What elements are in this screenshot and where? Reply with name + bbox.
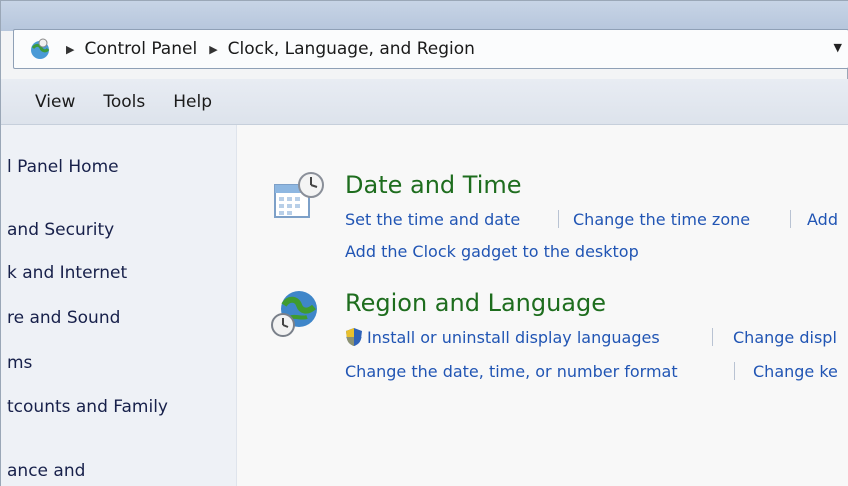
breadcrumb-control-panel[interactable]: Control Panel	[84, 39, 197, 59]
link-change-display-language[interactable]: Change displ	[733, 328, 837, 347]
main-content: Date and Time Set the time and date Chan…	[237, 125, 848, 486]
link-change-keyboards[interactable]: Change ke	[753, 362, 838, 381]
address-bar[interactable]: ▶ Control Panel ▶ Clock, Language, and R…	[13, 29, 848, 69]
link-add-clocks[interactable]: Add	[807, 210, 838, 229]
calendar-clock-icon[interactable]	[271, 169, 327, 225]
link-separator	[790, 210, 791, 228]
breadcrumb-clock-language-region[interactable]: Clock, Language, and Region	[228, 39, 475, 59]
link-install-display-languages[interactable]: Install or uninstall display languages	[367, 328, 660, 347]
link-set-time-date[interactable]: Set the time and date	[345, 210, 520, 229]
nav-hardware-and-sound[interactable]: re and Sound	[7, 308, 120, 328]
globe-clock-icon[interactable]	[267, 285, 323, 341]
menu-view[interactable]: View	[35, 92, 75, 112]
link-separator	[558, 210, 559, 228]
link-change-time-zone[interactable]: Change the time zone	[573, 210, 750, 229]
link-add-clock-gadget[interactable]: Add the Clock gadget to the desktop	[345, 242, 639, 261]
nav-user-accounts[interactable]: tcounts and Family	[7, 397, 168, 417]
control-panel-globe-icon	[28, 37, 52, 61]
breadcrumb-arrow-icon[interactable]: ▶	[66, 43, 74, 56]
menu-tools[interactable]: Tools	[103, 92, 145, 112]
category-title-date-time[interactable]: Date and Time	[345, 171, 522, 199]
link-separator	[712, 328, 713, 346]
nav-appearance[interactable]: ance and	[7, 461, 85, 481]
control-panel-window: ▶ Control Panel ▶ Clock, Language, and R…	[0, 0, 848, 486]
category-title-region-language[interactable]: Region and Language	[345, 289, 606, 317]
menu-bar: View Tools Help	[1, 79, 848, 125]
link-separator	[734, 362, 735, 380]
nav-control-panel-home[interactable]: l Panel Home	[7, 157, 119, 177]
menu-help[interactable]: Help	[173, 92, 212, 112]
nav-system-and-security[interactable]: and Security	[7, 220, 114, 240]
link-change-date-time-format[interactable]: Change the date, time, or number format	[345, 362, 678, 381]
title-glass	[1, 1, 848, 31]
nav-programs[interactable]: ms	[7, 353, 32, 373]
nav-network-and-internet[interactable]: k and Internet	[7, 263, 127, 283]
address-dropdown-icon[interactable]: ▼	[834, 41, 842, 54]
left-navigation-pane: l Panel Home and Security k and Internet…	[1, 125, 237, 486]
uac-shield-icon	[345, 327, 363, 347]
breadcrumb-arrow-icon[interactable]: ▶	[209, 43, 217, 56]
